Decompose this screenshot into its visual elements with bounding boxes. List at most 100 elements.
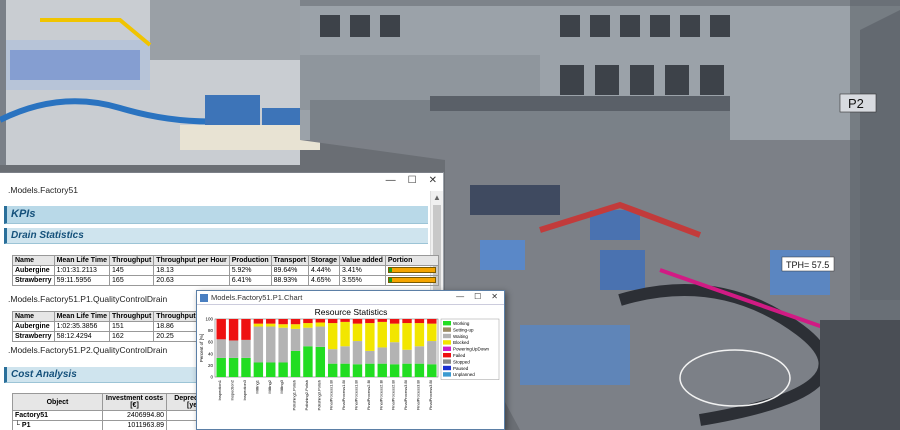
bar-segment: [266, 323, 276, 327]
bar-segment: [327, 319, 338, 324]
column-header: Production: [228, 255, 272, 266]
close-icon[interactable]: ✕: [491, 292, 498, 301]
resource-statistics-chart: Resource Statistics Percent of [%] 0 20 40 60…: [199, 307, 500, 410]
x-tick-label: Milling1: [254, 379, 259, 393]
x-tick-label: FinalProcess3.Bl: [428, 380, 433, 410]
table-row: Aubergine 1:02:35.3856 151 18.86: [12, 321, 223, 332]
column-header: Portion: [384, 255, 439, 266]
bar-segment: [340, 321, 350, 347]
bar-segment: [365, 363, 375, 377]
object-name: └ P1: [12, 420, 103, 430]
bar-segment: [228, 357, 239, 377]
bar-segment: [377, 363, 387, 377]
drain-statistics-heading: Drain Statistics: [4, 228, 428, 244]
legend-entry: Setting-up: [453, 327, 474, 332]
bar-segment: [290, 350, 301, 377]
bar-segment: [278, 327, 288, 363]
bar-segment: [365, 319, 375, 324]
maximize-icon[interactable]: ☐: [474, 292, 481, 301]
throughput-per-hour: 18.13: [153, 265, 230, 276]
maximize-icon[interactable]: ☐: [408, 175, 417, 186]
bar-segment: [216, 357, 226, 377]
tph-display: TPH= 57.5: [781, 256, 835, 272]
x-tick-label: FinalProcess3.Bl: [403, 380, 408, 410]
bar-segment: [352, 323, 363, 342]
bar-segment: [414, 363, 425, 377]
legend-entry: Paused: [453, 366, 469, 371]
report-path-p2: .Models.Factory51.P2.QualityControlDrain: [8, 345, 168, 355]
chart-window-titlebar: Models.Factory51.P1.Chart — ☐ ✕: [197, 291, 504, 305]
bar-segment: [278, 324, 288, 328]
bar-segment: [365, 350, 375, 364]
y-tick-label: 60: [208, 340, 214, 345]
x-tick-label: Inspection2: [230, 379, 235, 400]
bar-segment: [427, 364, 437, 377]
legend-swatch: [443, 353, 451, 358]
report-path-model: .Models.Factory51: [8, 185, 78, 195]
bar-segment: [290, 324, 301, 329]
legend-swatch: [443, 321, 451, 326]
row-name: Aubergine: [12, 265, 55, 276]
x-tick-label: FinalProcess3.Bl: [415, 380, 420, 410]
throughput: 151: [109, 321, 155, 332]
transport: 89.64%: [270, 265, 309, 276]
throughput: 165: [109, 275, 155, 286]
x-tick-label: FinalProcess2.Bl: [391, 380, 396, 410]
mean-life-time: 59:11.5956: [53, 275, 111, 286]
y-tick-label: 80: [208, 328, 214, 333]
bar-segment: [427, 341, 437, 365]
y-axis-label: Percent of [%]: [199, 334, 204, 362]
bar-segment: [315, 319, 326, 323]
bar-segment: [402, 323, 412, 350]
chart-window-title: Models.Factory51.P1.Chart: [211, 293, 303, 302]
bar-segment: [253, 319, 264, 324]
drain-statistics-table: Name Mean Life Time Throughput Throughput p…: [12, 255, 439, 286]
x-tick-label: Milling2: [267, 379, 272, 393]
y-tick-label: 100: [205, 317, 213, 322]
bar-segment: [327, 323, 338, 350]
y-tick-label: 20: [208, 363, 214, 368]
column-header: Investment costs [€]: [102, 393, 167, 411]
legend-swatch: [443, 327, 451, 332]
bar-segment: [290, 319, 301, 325]
bar-segment: [340, 319, 350, 322]
bar-segment: [303, 346, 313, 377]
table-row: Strawberry 58:12.4294 162 20.25: [12, 331, 223, 342]
legend-swatch: [443, 372, 451, 377]
legend-entry: Failed: [453, 353, 466, 358]
scroll-up-icon[interactable]: ▲: [433, 193, 441, 202]
row-name: Strawberry: [12, 331, 55, 342]
y-tick-label: 40: [208, 351, 214, 356]
y-tick-label: 0: [210, 375, 213, 380]
svg-text:TPH= 57.5: TPH= 57.5: [786, 260, 829, 270]
p1-drain-table: Name Mean Life Time Throughput Throughput p…: [12, 311, 223, 342]
mean-life-time: 58:12.4294: [53, 331, 111, 342]
production: 5.92%: [228, 265, 272, 276]
value-added: 3.41%: [339, 265, 386, 276]
bar-segment: [241, 339, 251, 358]
bar-segment: [327, 349, 338, 364]
bar-segment: [228, 319, 239, 341]
bar-segment: [315, 326, 326, 347]
simulation-workspace: P2 TPH= 57.5 — ☐ ✕ ▲ .Models.Factory51 K…: [0, 0, 900, 430]
x-tick-label: FinalProcess1.Bl: [329, 380, 334, 410]
bar-segment: [253, 323, 264, 327]
legend-entry: Blocked: [453, 340, 470, 345]
close-icon[interactable]: ✕: [429, 175, 437, 186]
chart-icon: [200, 294, 208, 302]
x-tick-label: Polishing1.Polish: [292, 380, 297, 410]
chart-title: Resource Statistics: [315, 307, 388, 317]
value-added: 3.55%: [339, 275, 386, 286]
minimize-icon[interactable]: —: [386, 175, 396, 186]
x-tick-label: Milling3: [279, 379, 284, 393]
minimize-icon[interactable]: —: [456, 292, 464, 301]
legend-swatch: [443, 346, 451, 351]
bar-segment: [427, 323, 437, 342]
table-row: Aubergine 1:01:31.2113 145 18.13 5.92% 89.64%…: [12, 265, 439, 276]
x-tick-label: FinalProcess2.Bl: [378, 380, 383, 410]
x-tick-label: Polishing2.Polish: [304, 380, 309, 410]
throughput: 162: [109, 331, 155, 342]
transport: 88.93%: [270, 275, 309, 286]
report-path-p1: .Models.Factory51.P1.QualityControlDrain: [8, 294, 168, 304]
mean-life-time: 1:02:35.3856: [53, 321, 111, 332]
